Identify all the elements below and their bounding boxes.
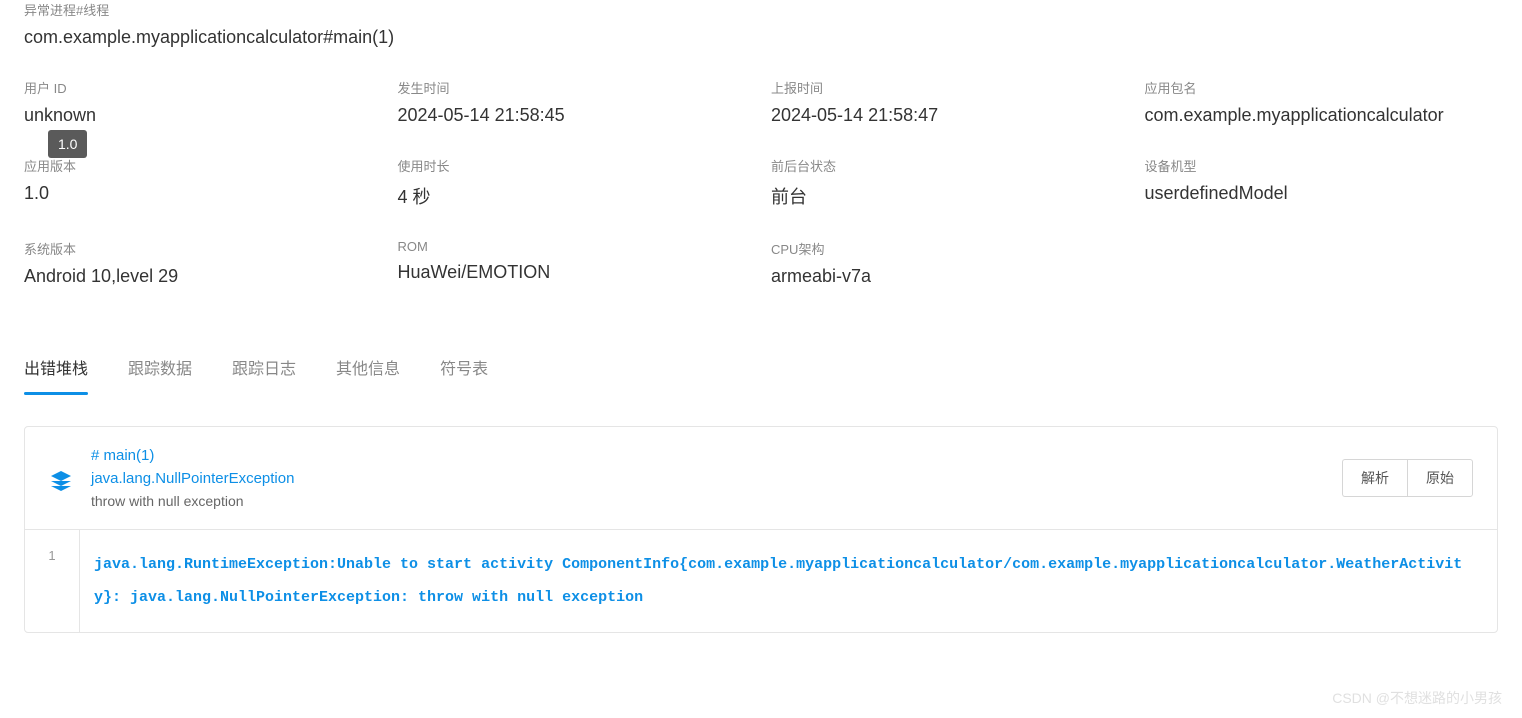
tab-error-stack[interactable]: 出错堆栈 — [24, 347, 88, 395]
version-tooltip: 1.0 — [48, 130, 87, 158]
stack-exception-class[interactable]: java.lang.NullPointerException — [91, 470, 1342, 487]
usage-duration-label: 使用时长 — [398, 156, 752, 175]
system-version-label: 系统版本 — [24, 239, 378, 258]
tab-trace-data[interactable]: 跟踪数据 — [128, 347, 192, 395]
device-model-label: 设备机型 — [1145, 156, 1499, 175]
stack-layers-icon — [49, 469, 73, 496]
raw-button[interactable]: 原始 — [1407, 459, 1473, 497]
system-version-value: Android 10,level 29 — [24, 266, 378, 287]
rom-value: HuaWei/EMOTION — [398, 262, 752, 283]
report-time-label: 上报时间 — [771, 78, 1125, 97]
trace-content: java.lang.RuntimeException:Unable to sta… — [80, 530, 1497, 632]
tab-symbol-table[interactable]: 符号表 — [440, 347, 488, 395]
cpu-arch-label: CPU架构 — [771, 239, 1125, 258]
rom-label: ROM — [398, 239, 752, 254]
cpu-arch-value: armeabi-v7a — [771, 266, 1125, 287]
tab-other-info[interactable]: 其他信息 — [336, 347, 400, 395]
app-version-value: 1.0 — [24, 183, 378, 204]
package-name-label: 应用包名 — [1145, 78, 1499, 97]
process-thread-label: 异常进程#线程 — [24, 0, 1498, 19]
tabs-container: 出错堆栈 跟踪数据 跟踪日志 其他信息 符号表 — [24, 347, 1498, 396]
tab-trace-log[interactable]: 跟踪日志 — [232, 347, 296, 395]
process-thread-value: com.example.myapplicationcalculator#main… — [24, 27, 1498, 48]
device-model-value: userdefinedModel — [1145, 183, 1499, 204]
user-id-label: 用户 ID — [24, 78, 378, 97]
foreground-status-value: 前台 — [771, 183, 1125, 209]
foreground-status-label: 前后台状态 — [771, 156, 1125, 175]
trace-line-number: 1 — [25, 530, 80, 632]
occurrence-time-value: 2024-05-14 21:58:45 — [398, 105, 752, 126]
occurrence-time-label: 发生时间 — [398, 78, 752, 97]
watermark-text: CSDN @不想迷路的小男孩 — [1332, 688, 1502, 708]
package-name-value: com.example.myapplicationcalculator — [1145, 105, 1499, 126]
report-time-value: 2024-05-14 21:58:47 — [771, 105, 1125, 126]
stack-panel: # main(1) java.lang.NullPointerException… — [24, 426, 1498, 633]
stack-exception-message: throw with null exception — [91, 493, 1342, 509]
stack-thread-name[interactable]: # main(1) — [91, 447, 1342, 464]
usage-duration-value: 4 秒 — [398, 183, 752, 209]
parse-button[interactable]: 解析 — [1342, 459, 1407, 497]
app-version-label: 应用版本 — [24, 156, 378, 175]
user-id-value: unknown — [24, 105, 378, 126]
